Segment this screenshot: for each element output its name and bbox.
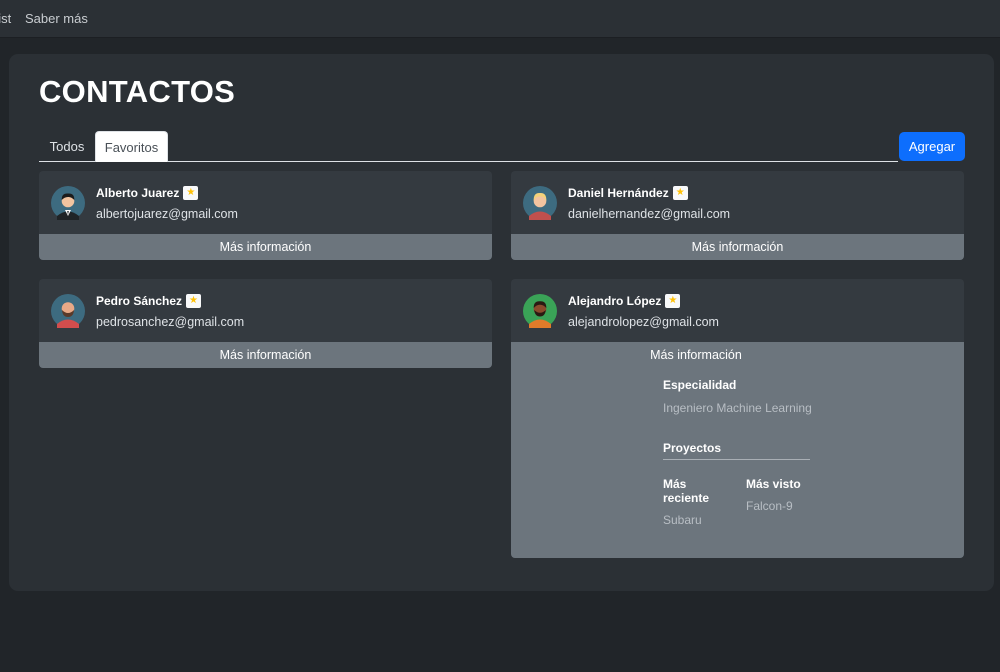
- contact-name-text: Alberto Juarez: [96, 186, 180, 200]
- more-info-button[interactable]: Más información: [39, 234, 492, 260]
- nav-link-list[interactable]: List: [0, 11, 11, 26]
- contact-card-header: Pedro Sánchez ★ pedrosanchez@gmail.com: [39, 279, 492, 342]
- favorite-star-icon[interactable]: ★: [672, 186, 688, 200]
- contact-card: Daniel Hernández ★ danielhernandez@gmail…: [511, 171, 964, 260]
- contact-name-text: Pedro Sánchez: [96, 294, 183, 308]
- contact-name-text: Daniel Hernández: [568, 186, 669, 200]
- favorite-star-icon[interactable]: ★: [183, 186, 199, 200]
- contact-email: alejandrolopez@gmail.com: [568, 315, 719, 329]
- contact-card-header: Daniel Hernández ★ danielhernandez@gmail…: [511, 171, 964, 234]
- mas-reciente-value: Subaru: [663, 513, 702, 527]
- contact-details-section: Más información Especialidad Ingeniero M…: [511, 342, 964, 558]
- more-info-button[interactable]: Más información: [511, 342, 881, 368]
- contact-name: Alberto Juarez ★: [96, 186, 199, 200]
- contact-email: pedrosanchez@gmail.com: [96, 315, 245, 329]
- especialidad-label: Especialidad: [663, 378, 737, 392]
- especialidad-value: Ingeniero Machine Learning: [663, 401, 812, 415]
- add-contact-button[interactable]: Agregar: [899, 132, 965, 161]
- blond-man-avatar-icon: [523, 186, 557, 220]
- more-info-button[interactable]: Más información: [511, 234, 964, 260]
- tab-todos[interactable]: Todos: [39, 131, 95, 162]
- mas-reciente-label: Más reciente: [663, 477, 710, 505]
- nav-link-saber-mas[interactable]: Saber más: [25, 11, 88, 26]
- tab-favoritos[interactable]: Favoritos: [95, 131, 168, 162]
- top-navbar: List Saber más: [0, 0, 1000, 38]
- more-info-button[interactable]: Más información: [39, 342, 492, 368]
- page-title: CONTACTOS: [39, 74, 236, 109]
- contact-card-header: Alberto Juarez ★ albertojuarez@gmail.com: [39, 171, 492, 234]
- mas-visto-label: Más visto: [746, 477, 801, 491]
- contact-name: Alejandro López ★: [568, 294, 681, 308]
- contact-card: Alberto Juarez ★ albertojuarez@gmail.com…: [39, 171, 492, 260]
- contact-name: Daniel Hernández ★: [568, 186, 688, 200]
- proyectos-label: Proyectos: [663, 441, 722, 455]
- man-suit-avatar-icon: [51, 186, 85, 220]
- favorite-star-icon[interactable]: ★: [186, 294, 202, 308]
- contact-card-expanded: Alejandro López ★ alejandrolopez@gmail.c…: [511, 279, 964, 558]
- bald-bearded-man-avatar-icon: [51, 294, 85, 328]
- contact-name-text: Alejandro López: [568, 294, 662, 308]
- contact-name: Pedro Sánchez ★: [96, 294, 202, 308]
- contact-email: albertojuarez@gmail.com: [96, 207, 238, 221]
- mas-visto-value: Falcon-9: [746, 499, 793, 513]
- proyectos-divider: [663, 459, 810, 460]
- contact-card-header: Alejandro López ★ alejandrolopez@gmail.c…: [511, 279, 964, 342]
- favorite-star-icon[interactable]: ★: [665, 294, 681, 308]
- contact-email: danielhernandez@gmail.com: [568, 207, 731, 221]
- contact-card: Pedro Sánchez ★ pedrosanchez@gmail.com M…: [39, 279, 492, 368]
- dark-skin-man-avatar-icon: [523, 294, 557, 328]
